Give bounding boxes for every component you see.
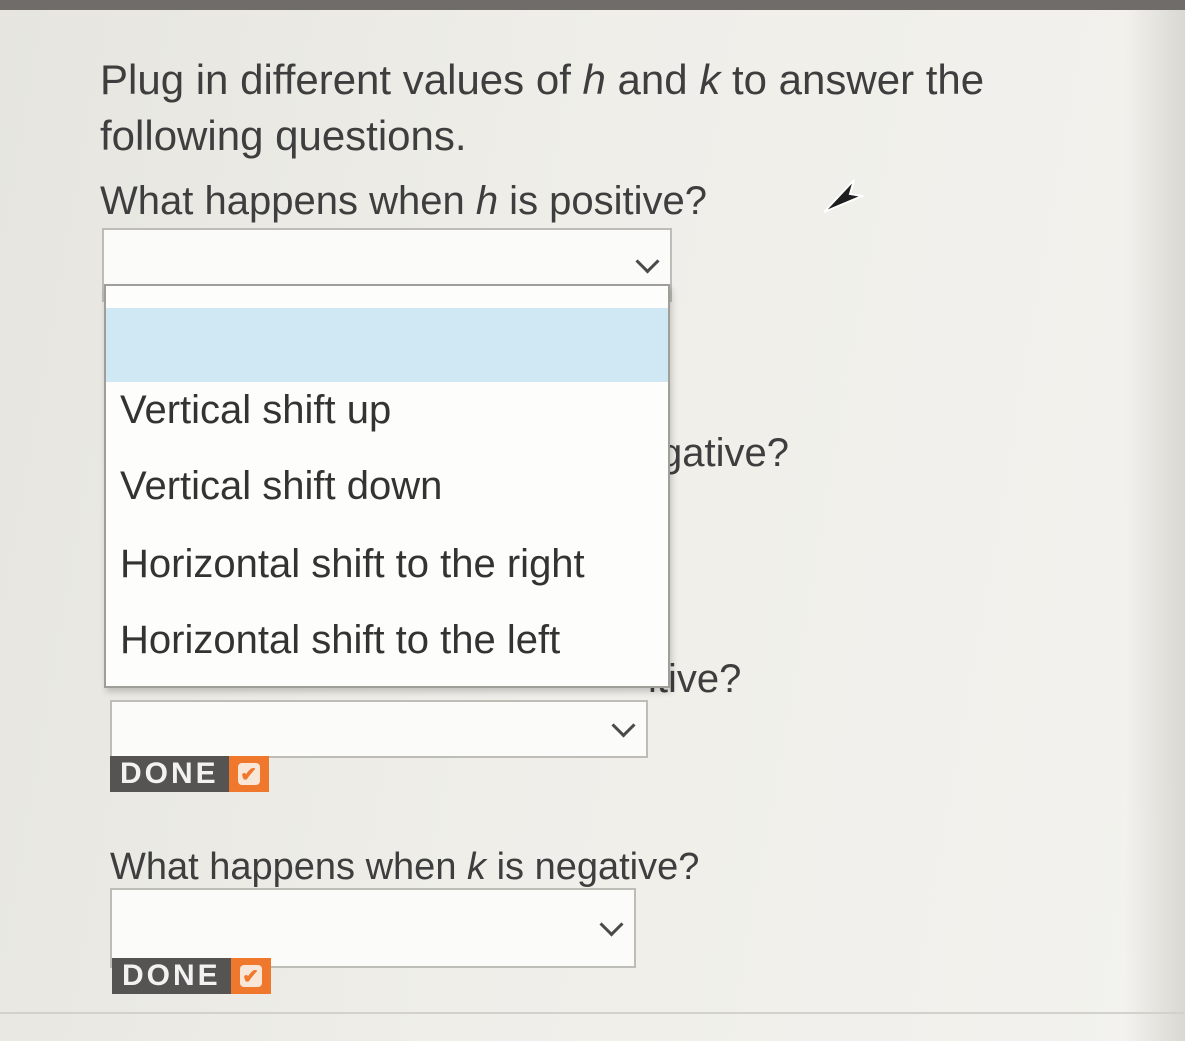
dropdown-option-horizontal-right[interactable]: Horizontal shift to the right xyxy=(120,540,585,588)
question-text: is positive? xyxy=(498,179,708,223)
done-button-label: DONE xyxy=(110,756,229,792)
screen-edge-shadow xyxy=(1125,10,1185,1041)
checkmark-icon: ✔ xyxy=(230,958,271,994)
question-text: What happens when xyxy=(100,179,476,223)
variable-k: k xyxy=(699,56,721,103)
instructions-text: Plug in different values of h and k to a… xyxy=(100,52,1100,164)
done-button[interactable]: DONE ✔ xyxy=(112,958,271,994)
question-h-positive: What happens when h is positive? xyxy=(100,176,707,226)
question-text: is negative? xyxy=(486,846,700,888)
variable-k: k xyxy=(467,846,487,888)
answer-select-k-negative[interactable] xyxy=(110,888,636,968)
dropdown-option-vertical-up[interactable]: Vertical shift up xyxy=(120,386,391,434)
question-h-negative: gative? xyxy=(660,431,789,475)
variable-h: h xyxy=(582,56,606,103)
answer-dropdown-list[interactable]: Vertical shift up Vertical shift down Ho… xyxy=(104,284,670,688)
dropdown-option-blank[interactable] xyxy=(106,308,668,382)
instructions-part: and xyxy=(605,56,700,103)
chevron-down-icon xyxy=(635,249,660,274)
checkmark-icon: ✔ xyxy=(228,756,269,792)
variable-h: h xyxy=(475,179,499,223)
answer-select-k-positive[interactable] xyxy=(110,700,648,758)
dropdown-option-vertical-down[interactable]: Vertical shift down xyxy=(120,462,442,510)
dropdown-option-horizontal-left[interactable]: Horizontal shift to the left xyxy=(120,616,560,664)
chevron-down-icon xyxy=(611,713,636,738)
done-button-label: DONE xyxy=(112,958,231,994)
instructions-part: Plug in different values of xyxy=(100,56,583,103)
question-text: What happens when xyxy=(110,846,468,888)
mouse-pointer-icon xyxy=(823,179,864,213)
divider xyxy=(0,1012,1185,1014)
question-k-negative: What happens when k is negative? xyxy=(110,842,699,892)
done-button[interactable]: DONE ✔ xyxy=(110,756,269,792)
chevron-down-icon xyxy=(599,912,624,937)
